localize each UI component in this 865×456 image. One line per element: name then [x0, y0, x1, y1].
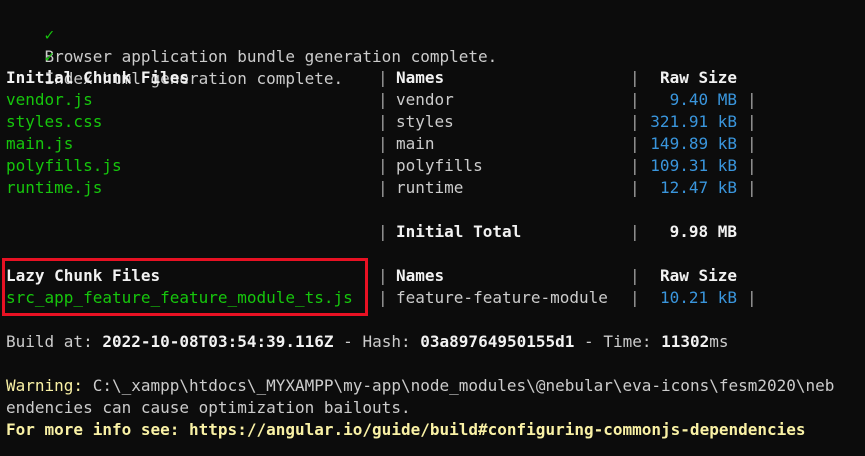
initial-total-row: | Initial Total | 9.98 MB — [6, 221, 786, 243]
chunk-size: 12.47 kB — [659, 178, 737, 197]
hash-label: Hash: — [362, 332, 411, 351]
initial-chunk-header: Initial Chunk Files | Names | Raw Size — [6, 67, 786, 89]
chunk-size: 109.31 kB — [650, 156, 737, 175]
more-info-link[interactable]: For more info see: https://angular.io/gu… — [6, 420, 806, 439]
column-separator: | — [747, 288, 757, 307]
build-info-line: Build at: 2022-10-08T03:54:39.116Z - Has… — [6, 331, 729, 353]
chunk-name: vendor — [396, 90, 454, 109]
column-separator: | — [378, 178, 388, 197]
column-separator: | — [378, 68, 388, 87]
build-dash: - — [584, 332, 594, 351]
checkmark-icon: ✓ — [44, 47, 55, 66]
column-separator: | — [378, 222, 388, 241]
time-unit: ms — [709, 332, 729, 351]
time-label: Time: — [603, 332, 652, 351]
warning-text-continued: endencies can cause optimization bailout… — [6, 398, 411, 417]
warning-text: C:\_xampp\htdocs\_MYXAMPP\my-app\node_mo… — [92, 376, 835, 395]
warning-line-continued: endencies can cause optimization bailout… — [6, 397, 411, 419]
column-separator: | — [378, 156, 388, 175]
column-separator: | — [378, 90, 388, 109]
chunk-file: styles.css — [6, 112, 103, 131]
header-raw-size: Raw Size — [659, 68, 737, 87]
build-at-label: Build at: — [6, 332, 93, 351]
terminal-window: ✓ Browser application bundle generation … — [0, 0, 865, 456]
chunk-name: runtime — [396, 178, 464, 197]
header-names: Names — [396, 266, 445, 285]
column-separator: | — [747, 156, 757, 175]
chunk-file: polyfills.js — [6, 156, 122, 175]
column-separator: | — [630, 288, 640, 307]
header-raw-size: Raw Size — [659, 266, 737, 285]
warning-label: Warning: — [6, 376, 84, 395]
chunk-size: 149.89 kB — [650, 134, 737, 153]
table-row: runtime.js | runtime | 12.47 kB | — [6, 177, 786, 199]
column-separator: | — [378, 288, 388, 307]
column-separator: | — [747, 134, 757, 153]
chunk-size: 10.21 kB — [659, 288, 737, 307]
initial-total-size: 9.98 MB — [669, 222, 737, 241]
chunk-size: 9.40 MB — [669, 90, 737, 109]
column-separator: | — [630, 266, 640, 285]
column-separator: | — [630, 178, 640, 197]
column-separator: | — [378, 112, 388, 131]
column-separator: | — [747, 90, 757, 109]
status-line-index: ✓ Index html generation complete. — [6, 24, 344, 88]
chunk-name: feature-feature-module — [396, 288, 608, 307]
header-names: Names — [396, 68, 445, 87]
column-separator: | — [630, 90, 640, 109]
chunk-name: styles — [396, 112, 454, 131]
column-separator: | — [378, 266, 388, 285]
table-row: vendor.js | vendor | 9.40 MB | — [6, 89, 786, 111]
chunk-file: runtime.js — [6, 178, 103, 197]
table-row: styles.css | styles | 321.91 kB | — [6, 111, 786, 133]
column-separator: | — [630, 112, 640, 131]
hash-value: 03a89764950155d1 — [420, 332, 575, 351]
header-initial-chunk-files: Initial Chunk Files — [6, 68, 190, 87]
column-separator: | — [378, 134, 388, 153]
initial-total-label: Initial Total — [396, 222, 522, 241]
time-value: 11302 — [661, 332, 710, 351]
table-row: main.js | main | 149.89 kB | — [6, 133, 786, 155]
column-separator: | — [630, 68, 640, 87]
chunk-file: vendor.js — [6, 90, 93, 109]
column-separator: | — [630, 222, 640, 241]
more-info-line: For more info see: https://angular.io/gu… — [6, 419, 806, 441]
column-separator: | — [630, 134, 640, 153]
status-line-bundle: ✓ Browser application bundle generation … — [6, 2, 498, 66]
warning-line: Warning: C:\_xampp\htdocs\_MYXAMPP\my-ap… — [6, 375, 834, 397]
build-at-value: 2022-10-08T03:54:39.116Z — [102, 332, 334, 351]
build-dash: - — [343, 332, 353, 351]
column-separator: | — [747, 178, 757, 197]
column-separator: | — [747, 112, 757, 131]
chunk-size: 321.91 kB — [650, 112, 737, 131]
lazy-chunk-highlight-box — [2, 258, 368, 316]
table-row: polyfills.js | polyfills | 109.31 kB | — [6, 155, 786, 177]
status-text: Browser application bundle generation co… — [44, 47, 498, 66]
column-separator: | — [630, 156, 640, 175]
chunk-name: main — [396, 134, 435, 153]
chunk-name: polyfills — [396, 156, 483, 175]
chunk-file: main.js — [6, 134, 74, 153]
